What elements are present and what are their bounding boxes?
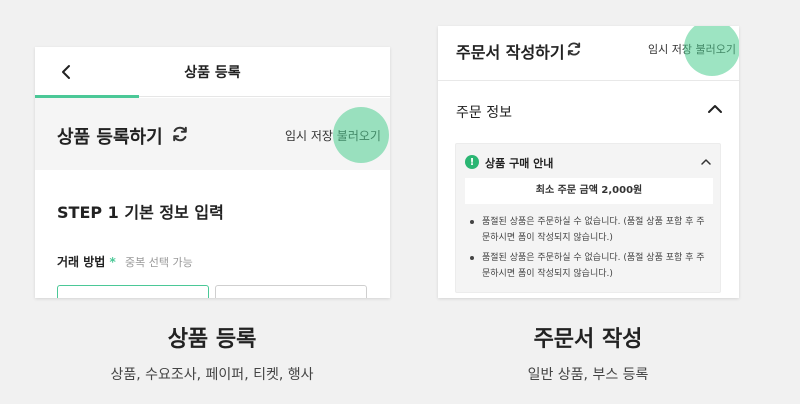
caption-sub-left: 상품, 수요조사, 페이퍼, 티켓, 행사	[110, 367, 314, 383]
order-form-card: 주문서 작성하기 임시 저장 불러오기 주문 정보 ! 상품 구매 안내 최소 …	[438, 26, 739, 298]
notice-bullet-text: 품절된 상품은 주문하실 수 없습니다. (품절 상품 포함 후 주문하시면 폼…	[482, 217, 705, 243]
trade-option-selected[interactable]	[57, 285, 209, 298]
notice-bullet: 품절된 상품은 주문하실 수 없습니다. (품절 상품 포함 후 주문하시면 폼…	[470, 250, 712, 282]
bullet-dot	[470, 220, 474, 224]
chevron-up-icon[interactable]	[699, 155, 713, 169]
nav-title: 상품 등록	[184, 65, 241, 81]
page-title: 상품 등록하기	[57, 127, 163, 148]
product-register-card: 상품 등록 상품 등록하기 임시 저장 불러오기 STEP 1 기본 정보 입력…	[35, 47, 390, 298]
notice-bullet-text: 품절된 상품은 주문하실 수 없습니다. (품절 상품 포함 후 주문하시면 폼…	[482, 253, 705, 279]
min-order-amount: 최소 주문 금액 2,000원	[465, 178, 713, 204]
step-title: STEP 1 기본 정보 입력	[57, 203, 224, 222]
temp-load-link[interactable]: 임시 저장 불러오기	[648, 41, 736, 57]
top-nav-bar: 상품 등록	[35, 47, 390, 98]
notice-title: 상품 구매 안내	[485, 157, 554, 170]
page-title: 주문서 작성하기	[456, 43, 565, 62]
purchase-notice-box: ! 상품 구매 안내 최소 주문 금액 2,000원 품절된 상품은 주문하실 …	[455, 143, 721, 293]
required-mark: *	[109, 255, 116, 269]
notice-bullet: 품절된 상품은 주문하실 수 없습니다. (품절 상품 포함 후 주문하시면 폼…	[470, 214, 712, 246]
trade-option[interactable]	[215, 285, 367, 298]
bullet-dot	[470, 256, 474, 260]
caption-title-left: 상품 등록	[167, 327, 257, 352]
chevron-up-icon[interactable]	[706, 100, 724, 118]
caption-sub-right: 일반 상품, 부스 등록	[527, 367, 649, 383]
trade-label-text: 거래 방법	[57, 255, 106, 269]
refresh-icon[interactable]	[565, 40, 583, 58]
trade-method-label: 거래 방법 * 중복 선택 가능	[57, 253, 193, 270]
page-header: 상품 등록하기 임시 저장 불러오기	[35, 98, 390, 170]
refresh-icon[interactable]	[170, 124, 190, 144]
form-body: STEP 1 기본 정보 입력 거래 방법 * 중복 선택 가능	[35, 170, 390, 298]
temp-load-link[interactable]: 임시 저장 불러오기	[285, 127, 381, 144]
page-header: 주문서 작성하기 임시 저장 불러오기	[438, 26, 739, 81]
caption-title-right: 주문서 작성	[533, 327, 643, 352]
trade-sub-hint: 중복 선택 가능	[125, 256, 193, 269]
order-info-section-title: 주문 정보	[456, 105, 512, 121]
exclamation-icon: !	[465, 155, 479, 169]
